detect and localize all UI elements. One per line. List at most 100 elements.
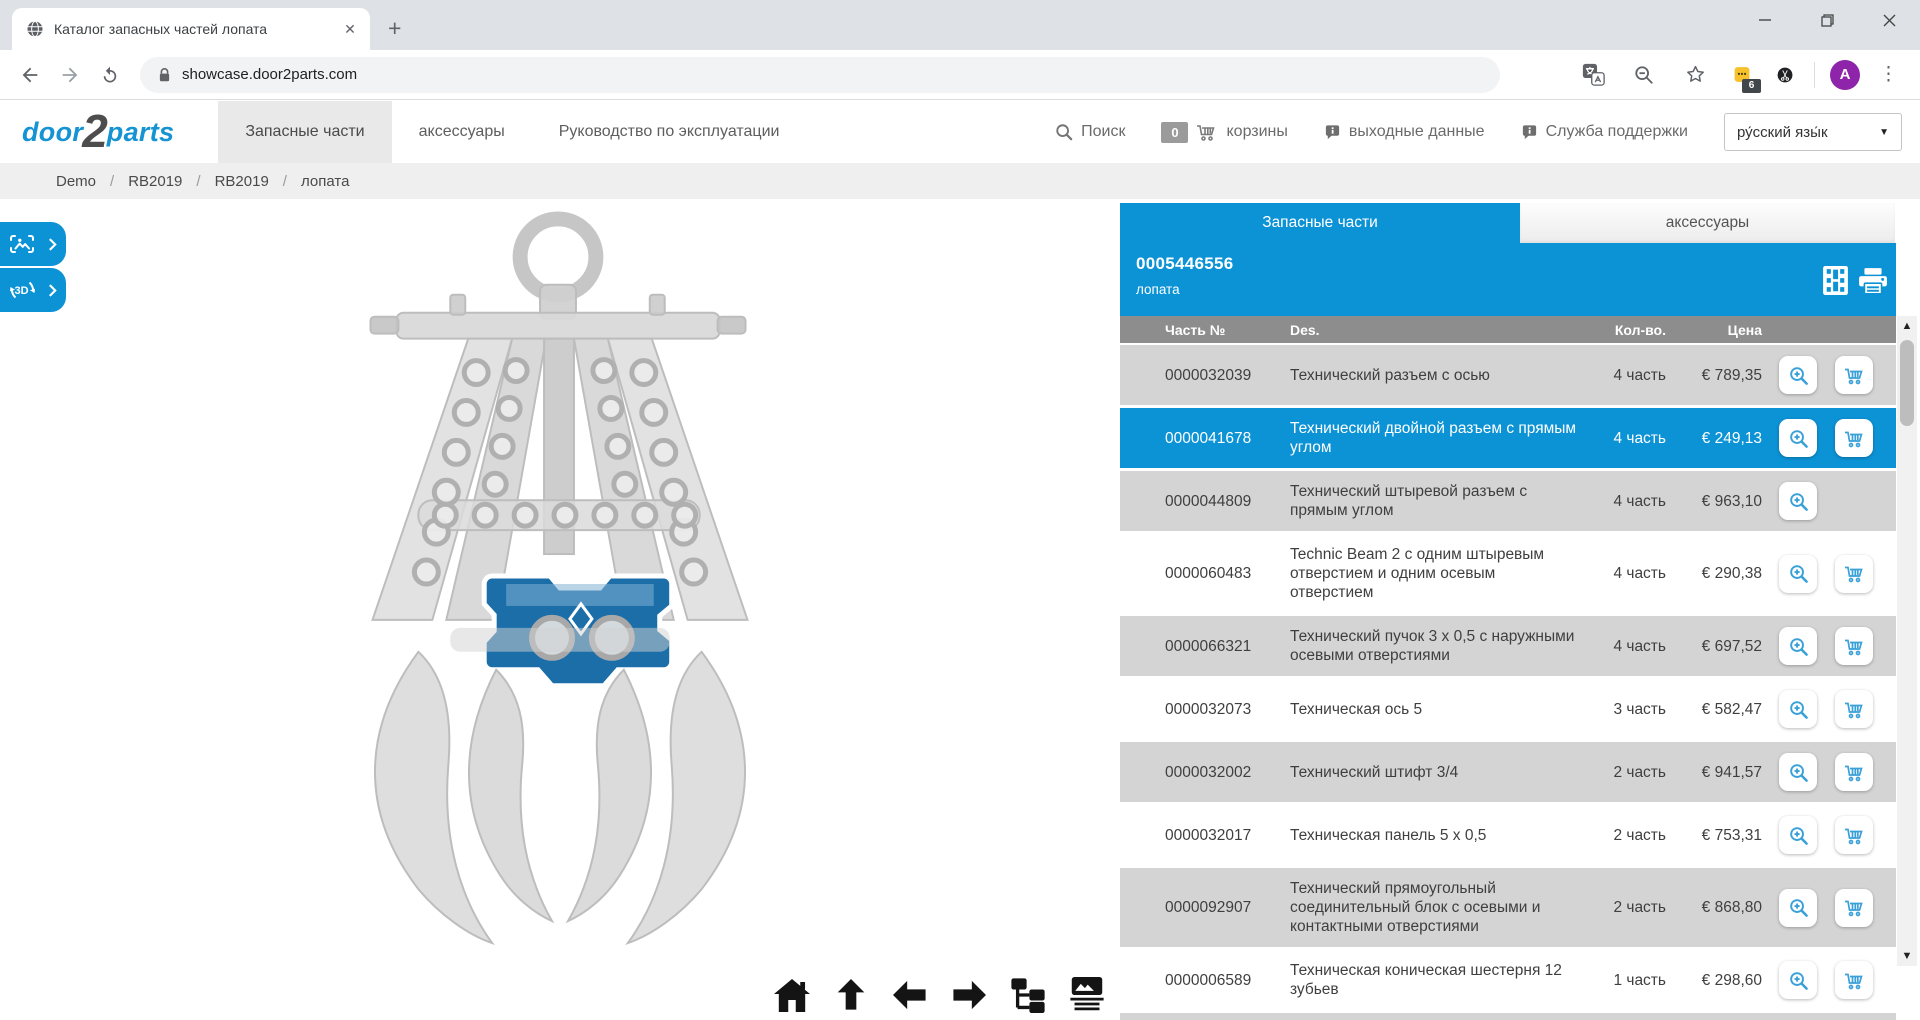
breadcrumb-item[interactable]: Demo (56, 173, 96, 190)
panel-tabs: Запасные части аксессуары (1120, 203, 1896, 243)
add-to-cart-button[interactable] (1835, 554, 1873, 593)
image-panel-toggle-button[interactable] (0, 222, 66, 266)
table-row[interactable]: 0000044809 Технический штыревой разъем с… (1120, 471, 1896, 531)
support-button[interactable]: Служба поддержки (1521, 123, 1688, 141)
search-label: Поиск (1081, 123, 1126, 140)
table-row[interactable]: 0000092907 Технический прямоугольный сое… (1120, 868, 1896, 947)
parts-panel: Запасные части аксессуары 0005446556 лоп… (1120, 203, 1896, 1020)
browser-tab[interactable]: Каталог запасных частей лопата ✕ (12, 8, 370, 50)
nav-item[interactable]: Запасные части (218, 101, 392, 163)
bookmark-star-icon[interactable] (1677, 57, 1713, 93)
forward-button[interactable] (52, 57, 88, 93)
home-view-button[interactable] (772, 976, 812, 1014)
part-description: Технический штыревой разъем с прямым угл… (1290, 483, 1528, 519)
search-button[interactable]: Поиск (1055, 123, 1125, 141)
extension-clipper-icon[interactable] (1771, 61, 1799, 89)
table-row[interactable]: 0000032039 Технический разъем с осью 4 ч… (1120, 345, 1896, 405)
table-row[interactable]: 0000032073 Техническая ось 5 3 часть € 5… (1120, 679, 1896, 739)
nav-item[interactable]: аксессуары (392, 101, 532, 163)
close-window-button[interactable] (1858, 0, 1920, 40)
add-to-cart-button[interactable] (1835, 419, 1873, 457)
zoom-part-button[interactable] (1779, 690, 1817, 728)
tab-spare-parts[interactable]: Запасные части (1120, 203, 1520, 243)
print-button[interactable] (1858, 267, 1888, 295)
part-number: 0000032073 (1165, 700, 1252, 718)
part-description: Технический пучок 3 х 0,5 с наружными ос… (1290, 628, 1575, 664)
previous-button[interactable] (890, 976, 930, 1014)
part-price: € 290,38 (1701, 565, 1762, 582)
breadcrumb-item[interactable]: RB2019 (215, 173, 269, 190)
tab-close-icon[interactable]: ✕ (340, 19, 360, 39)
minimize-button[interactable] (1734, 0, 1796, 40)
profile-avatar[interactable]: A (1830, 59, 1860, 90)
table-row[interactable]: 0000006589 Техническая коническая шестер… (1120, 950, 1896, 1010)
product-3d-view[interactable] (300, 201, 820, 959)
table-row[interactable]: 0000037131 Технический рукав 1 часть € 1… (1120, 1013, 1896, 1020)
zoom-part-button[interactable] (1779, 888, 1817, 927)
new-tab-button[interactable]: + (382, 16, 407, 41)
film-strip-icon[interactable] (1822, 265, 1849, 296)
part-price: € 753,31 (1701, 826, 1762, 844)
parts-table-body: 0000032039 Технический разъем с осью 4 ч… (1120, 345, 1896, 1020)
table-row[interactable]: 0000060483 Technic Beam 2 с одним штырев… (1120, 534, 1896, 613)
assembly-number: 0005446556 (1136, 254, 1234, 273)
screenshot-button[interactable] (1067, 976, 1107, 1014)
nav-item[interactable]: Руководство по эксплуатации (532, 101, 807, 163)
part-price: € 963,10 (1701, 492, 1762, 510)
assembly-tree-button[interactable] (1008, 976, 1048, 1014)
zoom-part-button[interactable] (1779, 816, 1817, 854)
translate-icon[interactable] (1575, 57, 1611, 93)
back-button[interactable] (12, 57, 48, 93)
browser-menu-button[interactable]: ⋮ (1875, 63, 1902, 86)
zoom-part-button[interactable] (1779, 961, 1817, 999)
site-header: door 2 parts Запасные части аксессуары Рук… (0, 101, 1920, 163)
zoom-part-button[interactable] (1779, 627, 1817, 665)
part-description: Техническая ось 5 (1290, 700, 1423, 718)
zoom-part-button[interactable] (1779, 482, 1817, 520)
part-description: Техническая коническая шестерня 12 зубье… (1290, 962, 1562, 998)
next-button[interactable] (949, 976, 989, 1014)
zoom-part-button[interactable] (1779, 419, 1817, 457)
breadcrumb-item[interactable]: RB2019 (128, 173, 182, 190)
language-select[interactable]: ру́сский язы́к ▼ (1724, 113, 1902, 151)
breadcrumb-separator: / (282, 172, 287, 190)
table-row[interactable]: 0000066321 Технический пучок 3 х 0,5 с н… (1120, 616, 1896, 676)
add-to-cart-button[interactable] (1835, 816, 1873, 854)
part-quantity: 4 часть (1613, 637, 1666, 655)
tab-accessories[interactable]: аксессуары (1520, 203, 1895, 243)
scrollbar-thumb[interactable] (1900, 340, 1914, 426)
add-to-cart-button[interactable] (1835, 753, 1873, 791)
dropdown-arrow-icon: ▼ (1879, 126, 1889, 138)
svg-text:3D: 3D (15, 285, 29, 297)
add-to-cart-button[interactable] (1835, 356, 1873, 394)
table-row[interactable]: 0000041678 Технический двойной разъем с … (1120, 408, 1896, 468)
rotate-3d-toggle-button[interactable]: 3D (0, 268, 66, 312)
table-row[interactable]: 0000032002 Технический штифт 3/4 2 часть… (1120, 742, 1896, 802)
maximize-button[interactable] (1796, 0, 1858, 40)
part-quantity: 2 часть (1613, 826, 1666, 844)
zoom-part-button[interactable] (1779, 554, 1817, 593)
address-bar[interactable]: showcase.door2parts.com (140, 56, 1500, 93)
part-quantity: 4 часть (1613, 565, 1666, 582)
site-logo[interactable]: door 2 parts (22, 108, 174, 154)
add-to-cart-button[interactable] (1835, 627, 1873, 665)
add-to-cart-button[interactable] (1835, 888, 1873, 927)
part-description: Technic Beam 2 с одним штыревым отверсти… (1290, 546, 1545, 601)
part-price: € 582,47 (1701, 700, 1762, 718)
scroll-down-button[interactable]: ▼ (1897, 948, 1917, 964)
search-icon (1056, 124, 1073, 141)
output-data-button[interactable]: выходные данные (1324, 123, 1485, 141)
breadcrumb-item[interactable]: лопата (301, 173, 349, 190)
scroll-up-button[interactable]: ▲ (1897, 318, 1917, 334)
zoom-part-button[interactable] (1779, 356, 1817, 394)
carts-button[interactable]: 0 корзины (1161, 121, 1288, 143)
browser-toolbar: showcase.door2parts.com 6 A ⋮ (0, 50, 1920, 100)
add-to-cart-button[interactable] (1835, 961, 1873, 999)
reload-button[interactable] (92, 57, 128, 93)
parent-assembly-button[interactable] (831, 976, 871, 1014)
table-row[interactable]: 0000032017 Техническая панель 5 х 0,5 2 … (1120, 805, 1896, 865)
zoom-out-icon[interactable] (1626, 57, 1662, 93)
zoom-part-button[interactable] (1779, 753, 1817, 791)
add-to-cart-button[interactable] (1835, 690, 1873, 728)
table-scrollbar[interactable]: ▲ ▼ (1897, 316, 1917, 966)
